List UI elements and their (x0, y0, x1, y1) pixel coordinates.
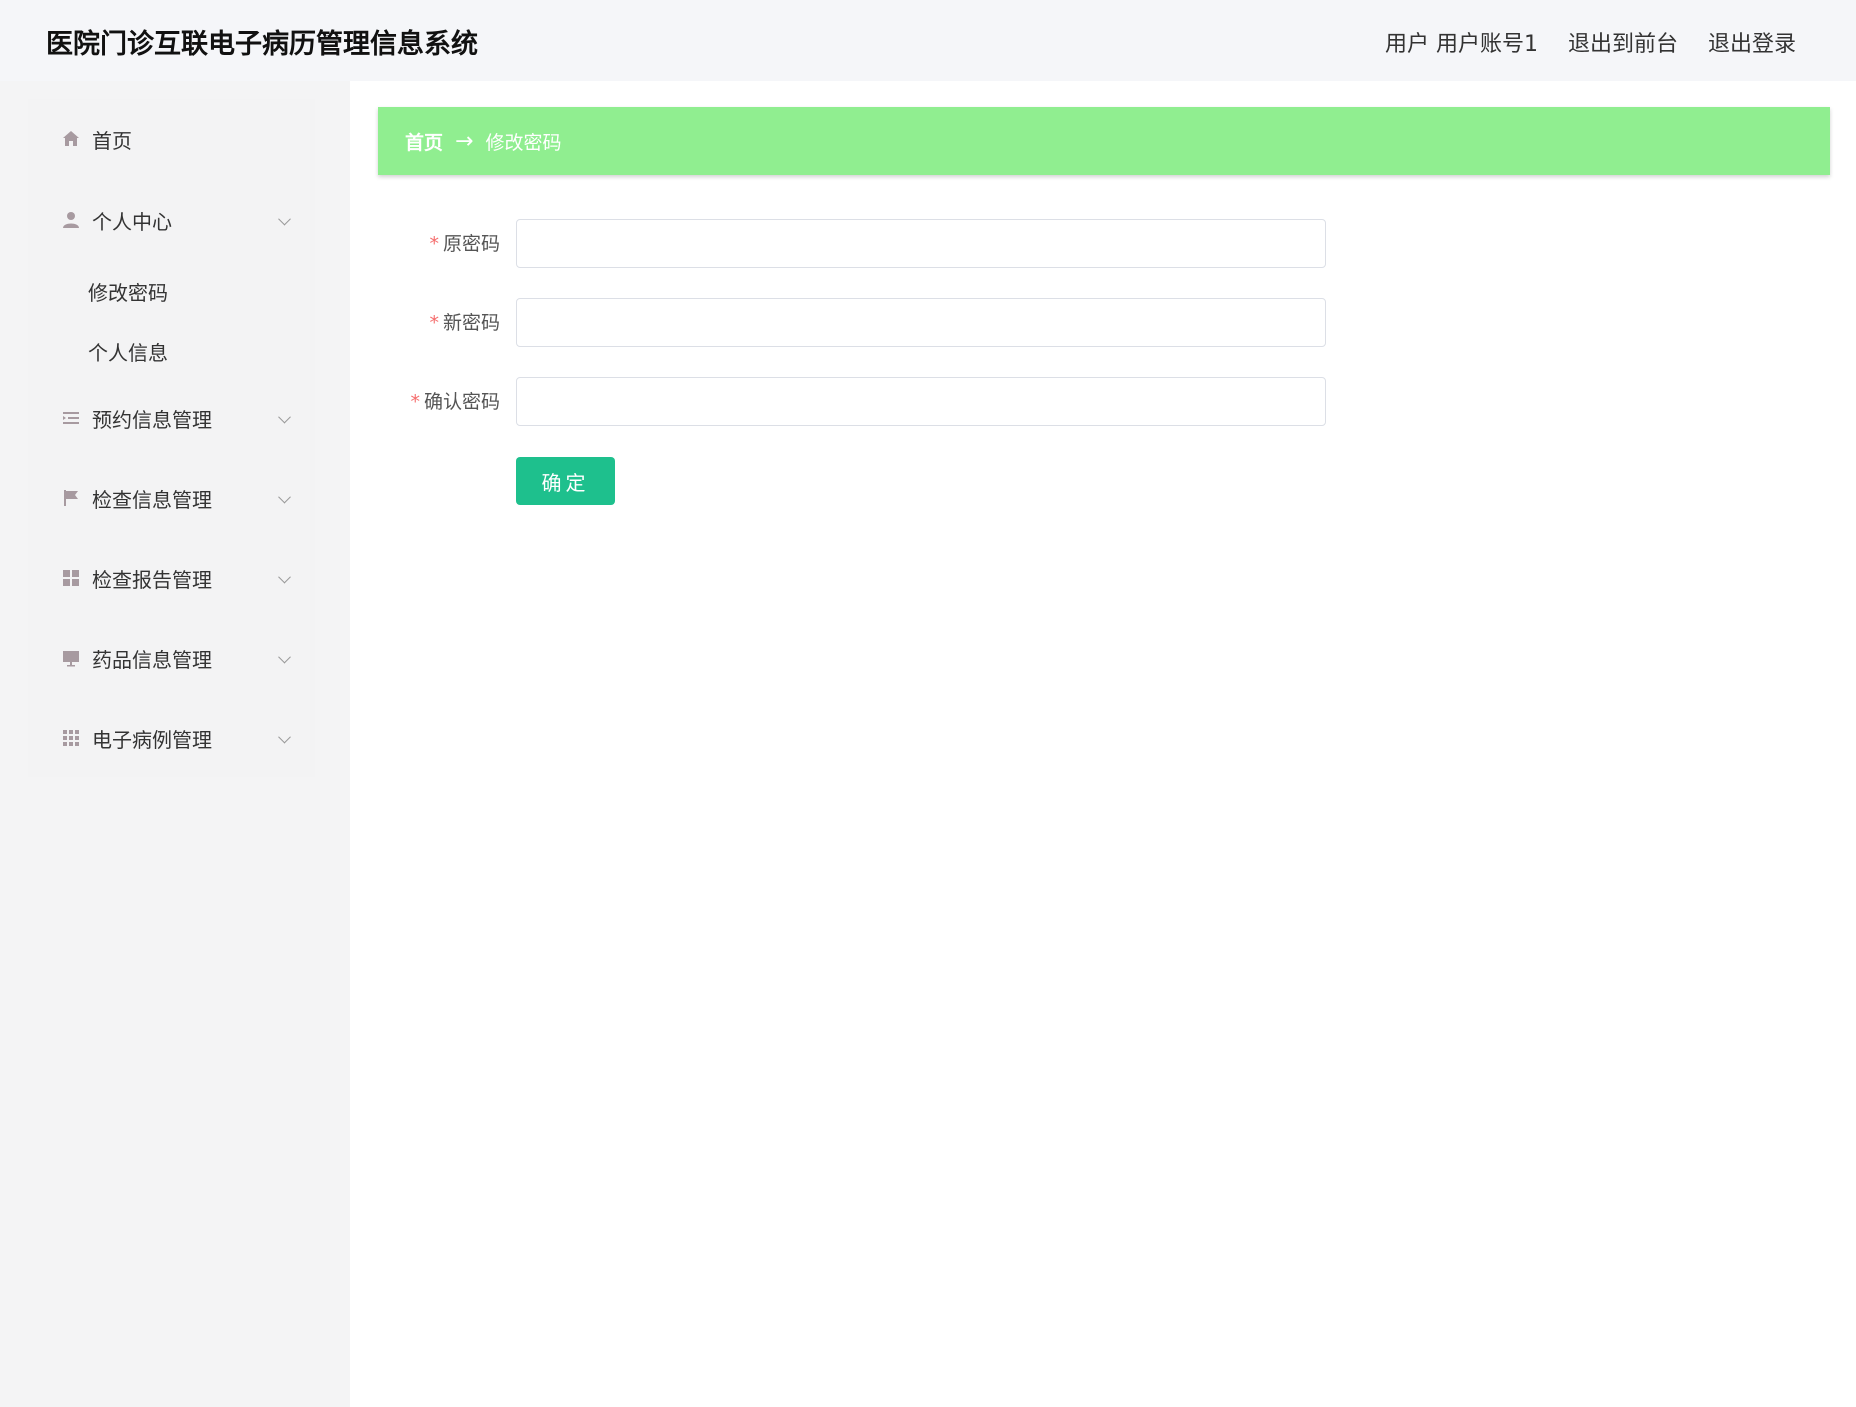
sidebar-item-medical-records[interactable]: 电子病例管理 (28, 708, 315, 768)
sidebar-item-label: 电子病例管理 (92, 727, 212, 752)
chevron-down-icon (278, 650, 291, 664)
breadcrumb-separator: → (455, 128, 474, 154)
chevron-down-icon (278, 410, 291, 424)
sidebar-item-examinations[interactable]: 检查信息管理 (28, 468, 315, 528)
user-icon (61, 210, 81, 230)
sidebar-subitem-personal-info[interactable]: 个人信息 (88, 337, 168, 366)
confirm-password-label-text: 确认密码 (423, 391, 500, 413)
grid-icon (61, 568, 81, 588)
sidebar-item-label: 药品信息管理 (92, 647, 212, 672)
current-user: 用户 用户账号1 (1384, 32, 1538, 57)
sidebar-item-label: 个人中心 (92, 209, 172, 234)
list-icon (61, 408, 81, 428)
required-mark: * (410, 391, 420, 413)
sidebar-item-home[interactable]: 首页 (28, 109, 315, 169)
new-password-label-text: 新密码 (442, 312, 500, 334)
chevron-down-icon (278, 212, 291, 226)
chevron-down-icon (278, 490, 291, 504)
exit-to-front-link[interactable]: 退出到前台 (1568, 26, 1678, 58)
old-password-label-text: 原密码 (442, 233, 500, 255)
required-mark: * (429, 312, 439, 334)
sidebar-item-personal-center[interactable]: 个人中心 (28, 190, 315, 250)
confirm-button[interactable]: 确定 (516, 457, 615, 505)
old-password-input[interactable] (516, 219, 1326, 268)
chevron-down-icon (278, 730, 291, 744)
old-password-row: * 原密码 (378, 219, 1328, 269)
sidebar-item-appointments[interactable]: 预约信息管理 (28, 388, 315, 448)
breadcrumb-current: 修改密码 (485, 131, 562, 154)
confirm-password-row: * 确认密码 (378, 377, 1328, 427)
header-links: 用户 用户账号1 退出到前台 退出登录 (1385, 26, 1796, 58)
breadcrumb: 首页 → 修改密码 (378, 107, 1830, 175)
apps-icon (61, 728, 81, 748)
logout-link[interactable]: 退出登录 (1708, 26, 1796, 58)
flag-icon (61, 488, 81, 508)
app-title: 医院门诊互联电子病历管理信息系统 (46, 29, 478, 60)
sidebar-item-label: 预约信息管理 (92, 407, 212, 432)
chevron-down-icon (278, 570, 291, 584)
confirm-password-input[interactable] (516, 377, 1326, 426)
required-mark: * (429, 233, 439, 255)
confirm-password-label: * 确认密码 (378, 377, 500, 427)
new-password-label: * 新密码 (378, 298, 500, 348)
home-icon (61, 129, 81, 149)
sidebar-item-label: 检查报告管理 (92, 567, 212, 592)
old-password-label: * 原密码 (378, 219, 500, 269)
sidebar-subitem-change-password[interactable]: 修改密码 (88, 277, 168, 306)
breadcrumb-home[interactable]: 首页 (405, 128, 443, 155)
new-password-row: * 新密码 (378, 298, 1328, 348)
new-password-input[interactable] (516, 298, 1326, 347)
sidebar-menu: 首页 个人中心 修改密码 个人信息 预约信息管理 检查信息管理 检查报告管理 药… (28, 99, 315, 777)
sidebar-item-label: 检查信息管理 (92, 487, 212, 512)
monitor-icon (61, 648, 81, 668)
sidebar-item-medicines[interactable]: 药品信息管理 (28, 628, 315, 688)
top-header: 医院门诊互联电子病历管理信息系统 用户 用户账号1 退出到前台 退出登录 (0, 0, 1856, 81)
sidebar-item-reports[interactable]: 检查报告管理 (28, 548, 315, 608)
sidebar-item-label: 首页 (92, 128, 132, 153)
